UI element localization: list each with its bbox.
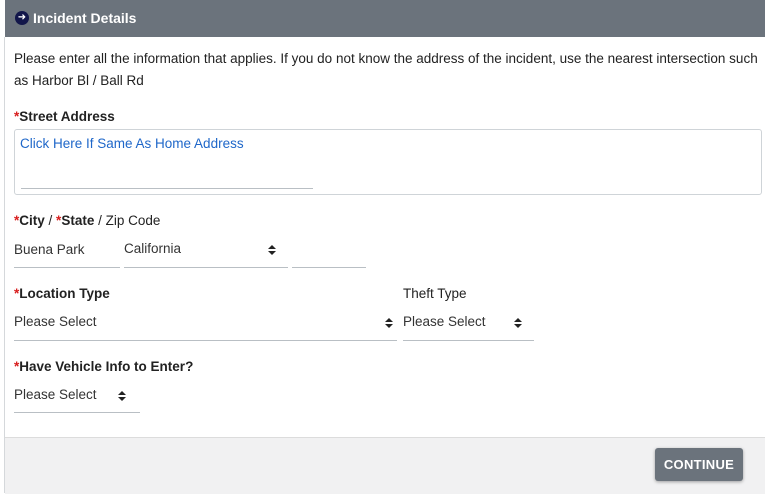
separator: / (44, 213, 57, 228)
section-header: ➜ Incident Details (5, 0, 765, 37)
city-input[interactable]: Buena Park (14, 242, 85, 257)
select-arrows-icon (514, 318, 522, 328)
vehicle-info-label: *Have Vehicle Info to Enter? (14, 359, 193, 374)
theft-type-label: Theft Type (403, 286, 467, 301)
separator: / (94, 213, 106, 228)
same-as-home-address-link[interactable]: Click Here If Same As Home Address (20, 136, 244, 151)
street-address-label-text: Street Address (19, 109, 115, 124)
location-type-select[interactable]: Please Select (14, 314, 97, 329)
state-label: State (61, 213, 95, 228)
street-address-input[interactable] (21, 188, 313, 189)
street-address-box: Click Here If Same As Home Address (14, 129, 762, 195)
city-state-zip-label: *City / *State / Zip Code (14, 213, 160, 228)
continue-button[interactable]: CONTINUE (655, 448, 743, 481)
zip-label: Zip Code (105, 213, 161, 228)
city-input-underline (14, 267, 120, 268)
state-select[interactable]: California (124, 241, 181, 256)
section-title: Incident Details (33, 10, 137, 26)
panel-left-border (4, 37, 5, 493)
city-label: City (19, 213, 45, 228)
theft-type-select[interactable]: Please Select (403, 314, 486, 329)
vehicle-info-underline (14, 412, 140, 413)
zip-code-input[interactable] (292, 242, 366, 262)
select-arrows-icon (385, 318, 393, 328)
select-arrows-icon (268, 245, 276, 255)
location-type-label: *Location Type (14, 286, 110, 301)
select-arrows-icon (118, 391, 126, 401)
arrow-right-circle-icon: ➜ (15, 11, 29, 25)
intro-text: Please enter all the information that ap… (14, 51, 758, 88)
state-select-underline (124, 267, 288, 268)
location-type-label-text: Location Type (19, 286, 110, 301)
vehicle-info-label-text: Have Vehicle Info to Enter? (19, 359, 194, 374)
zip-input-underline (292, 267, 366, 268)
theft-type-underline (403, 340, 534, 341)
street-address-label: *Street Address (14, 109, 115, 124)
form-footer (5, 437, 765, 494)
vehicle-info-select[interactable]: Please Select (14, 387, 97, 402)
location-type-underline (14, 340, 397, 341)
